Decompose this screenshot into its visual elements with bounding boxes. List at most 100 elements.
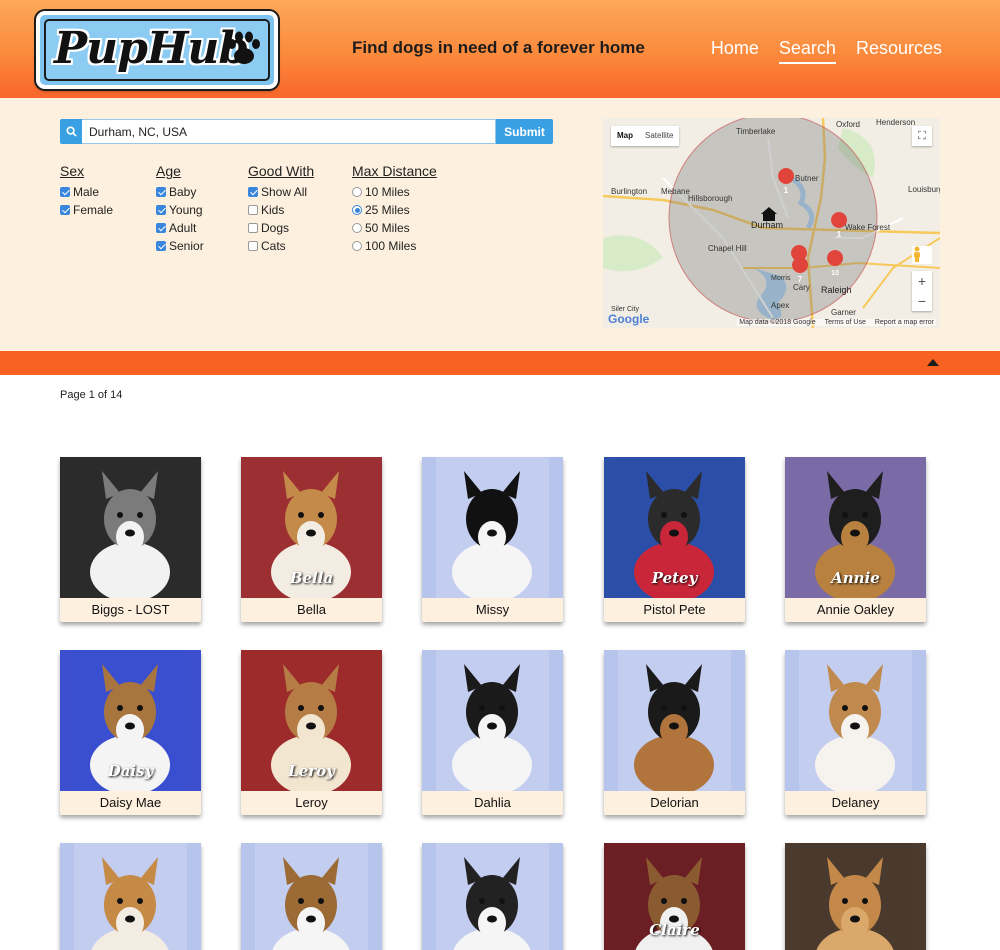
dog-card[interactable]: Missy — [422, 457, 563, 622]
dog-photo[interactable] — [422, 650, 563, 791]
dog-photo[interactable]: Petey — [604, 457, 745, 598]
dog-photo[interactable]: Claire — [604, 843, 745, 950]
filter-title: Max Distance — [352, 163, 437, 179]
dog-name[interactable]: Dahlia — [422, 791, 563, 815]
checkbox-checked[interactable] — [60, 205, 70, 215]
nav-resources[interactable]: Resources — [856, 38, 942, 64]
fullscreen-icon[interactable]: ⛶ — [912, 126, 932, 146]
dog-card[interactable] — [241, 843, 382, 950]
checkbox-unchecked[interactable] — [248, 205, 258, 215]
checkbox-checked[interactable] — [248, 187, 258, 197]
svg-text:1: 1 — [837, 230, 842, 239]
checkbox-baby[interactable]: Baby — [156, 183, 204, 201]
dog-photo[interactable] — [60, 457, 201, 598]
dog-card[interactable] — [60, 843, 201, 950]
map-report-link[interactable]: Report a map error — [875, 319, 934, 326]
checkbox-unchecked[interactable] — [248, 223, 258, 233]
dog-card[interactable]: Petey Pistol Pete — [604, 457, 745, 622]
radio-100-miles[interactable]: 100 Miles — [352, 237, 437, 255]
radio-unselected[interactable] — [352, 223, 362, 233]
checkbox-young[interactable]: Young — [156, 201, 204, 219]
dog-photo[interactable]: Bella — [241, 457, 382, 598]
checkbox-adult[interactable]: Adult — [156, 219, 204, 237]
dog-photo[interactable] — [604, 650, 745, 791]
checkbox-checked[interactable] — [156, 205, 166, 215]
nav-home[interactable]: Home — [711, 38, 759, 64]
dog-card[interactable]: Daisy Daisy Mae — [60, 650, 201, 815]
radio-50-miles[interactable]: 50 Miles — [352, 219, 437, 237]
dog-name[interactable]: Delorian — [604, 791, 745, 815]
checkbox-checked[interactable] — [156, 187, 166, 197]
checkbox-checked[interactable] — [156, 223, 166, 233]
collapse-up-icon[interactable] — [927, 359, 939, 366]
location-search-bar: Submit — [60, 119, 553, 144]
checkbox-kids[interactable]: Kids — [248, 201, 314, 219]
dog-photo[interactable]: Leroy — [241, 650, 382, 791]
dog-name[interactable]: Leroy — [241, 791, 382, 815]
checkbox-female[interactable]: Female — [60, 201, 113, 219]
dog-name[interactable]: Bella — [241, 598, 382, 622]
checkbox-show-all[interactable]: Show All — [248, 183, 314, 201]
photo-caption-overlay: Petey — [651, 569, 698, 587]
dog-name[interactable]: Delaney — [785, 791, 926, 815]
filter-collapse-bar[interactable] — [0, 351, 1000, 375]
dog-card[interactable]: Bella Bella — [241, 457, 382, 622]
map-label-wake-forest: Wake Forest — [845, 223, 891, 232]
checkbox-senior[interactable]: Senior — [156, 237, 204, 255]
dog-name[interactable]: Missy — [422, 598, 563, 622]
dog-card[interactable] — [422, 843, 563, 950]
map-label-apex: Apex — [771, 301, 789, 310]
main-nav: Home Search Resources — [711, 38, 942, 64]
dog-photo[interactable]: Daisy — [60, 650, 201, 791]
radio-10-miles[interactable]: 10 Miles — [352, 183, 437, 201]
dog-photo[interactable] — [422, 457, 563, 598]
dog-name[interactable]: Biggs - LOST — [60, 598, 201, 622]
checkbox-checked[interactable] — [60, 187, 70, 197]
map-type-satellite[interactable]: Satellite — [639, 126, 679, 146]
checkbox-checked[interactable] — [156, 241, 166, 251]
pegman-icon[interactable] — [912, 246, 932, 264]
checkbox-male[interactable]: Male — [60, 183, 113, 201]
radio-selected[interactable] — [352, 205, 362, 215]
nav-search[interactable]: Search — [778, 38, 836, 64]
dog-photo[interactable] — [785, 843, 926, 950]
dog-photo[interactable] — [422, 843, 563, 950]
map-type-map[interactable]: Map — [611, 126, 639, 146]
zoom-in-button[interactable]: + — [912, 271, 932, 291]
checkbox-dogs[interactable]: Dogs — [248, 219, 314, 237]
map-terms-link[interactable]: Terms of Use — [825, 319, 866, 326]
dog-card[interactable] — [785, 843, 926, 950]
search-icon[interactable] — [60, 119, 82, 144]
location-search-input[interactable] — [82, 119, 496, 144]
dog-card[interactable]: Biggs - LOST — [60, 457, 201, 622]
dog-photo[interactable]: Annie — [785, 457, 926, 598]
map-label-morrisville: Morris — [771, 275, 791, 282]
dog-photo[interactable] — [60, 843, 201, 950]
dog-name[interactable]: Pistol Pete — [604, 598, 745, 622]
dog-card[interactable]: Claire — [604, 843, 745, 950]
dog-card[interactable]: Annie Annie Oakley — [785, 457, 926, 622]
radio-unselected[interactable] — [352, 187, 362, 197]
puphub-logo[interactable]: PupHub — [36, 11, 278, 89]
map-label-durham: Durham — [751, 220, 783, 230]
radio-25-miles[interactable]: 25 Miles — [352, 201, 437, 219]
radio-unselected[interactable] — [352, 241, 362, 251]
filter-max-distance: Max Distance 10 Miles 25 Miles 50 Miles … — [352, 163, 437, 255]
dog-card[interactable]: Delaney — [785, 650, 926, 815]
dog-card[interactable]: Leroy Leroy — [241, 650, 382, 815]
map-label-cary: Cary — [793, 283, 810, 292]
dog-name[interactable]: Daisy Mae — [60, 791, 201, 815]
submit-button[interactable]: Submit — [496, 119, 553, 144]
map-canvas[interactable]: Timberlake Oxford Henderson Butner Burli… — [603, 118, 940, 328]
dog-photo[interactable] — [241, 843, 382, 950]
search-radius-map[interactable]: Timberlake Oxford Henderson Butner Burli… — [603, 118, 940, 328]
dog-name[interactable]: Annie Oakley — [785, 598, 926, 622]
checkbox-cats[interactable]: Cats — [248, 237, 314, 255]
map-label-louisburg: Louisburg — [908, 185, 940, 194]
dog-photo[interactable] — [785, 650, 926, 791]
map-label-timberlake: Timberlake — [736, 127, 776, 136]
checkbox-unchecked[interactable] — [248, 241, 258, 251]
dog-card[interactable]: Delorian — [604, 650, 745, 815]
zoom-out-button[interactable]: − — [912, 291, 932, 311]
dog-card[interactable]: Dahlia — [422, 650, 563, 815]
